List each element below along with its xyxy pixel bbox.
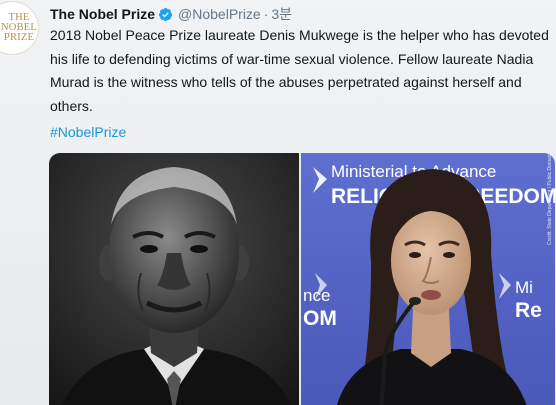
portrait-illustration xyxy=(49,153,299,405)
backdrop-text-line-6: Re xyxy=(515,299,542,322)
hashtag-link[interactable]: #NobelPrize xyxy=(50,124,126,140)
speaker-illustration: Ministerial to Advance RELIGIOUS FREEDOM… xyxy=(301,153,555,405)
backdrop-text-line-4: OM xyxy=(303,307,337,330)
tweet-text: 2018 Nobel Peace Prize laureate Denis Mu… xyxy=(50,27,549,114)
backdrop-text-line-3: nce xyxy=(303,286,330,305)
tweet-card: THE NOBEL PRIZE The Nobel Prize @NobelPr… xyxy=(0,0,556,405)
timestamp[interactable]: 3분 xyxy=(271,4,292,24)
avatar-logo-line-3: PRIZE xyxy=(3,32,35,43)
media-grid: Ministerial to Advance RELIGIOUS FREEDOM… xyxy=(49,153,555,405)
photo-credit: Credit: State Department / Public Domain xyxy=(547,153,553,245)
separator-dot: · xyxy=(263,6,269,22)
backdrop-text-line-5: Mi xyxy=(515,278,533,297)
photo-right[interactable]: Ministerial to Advance RELIGIOUS FREEDOM… xyxy=(301,153,555,405)
avatar[interactable]: THE NOBEL PRIZE xyxy=(0,2,38,54)
display-name[interactable]: The Nobel Prize xyxy=(50,6,155,22)
verified-badge-icon xyxy=(158,7,173,22)
user-handle[interactable]: @NobelPrize xyxy=(178,6,261,22)
tweet-header: The Nobel Prize @NobelPrize · 3분 xyxy=(50,5,292,23)
photo-left[interactable] xyxy=(49,153,299,405)
